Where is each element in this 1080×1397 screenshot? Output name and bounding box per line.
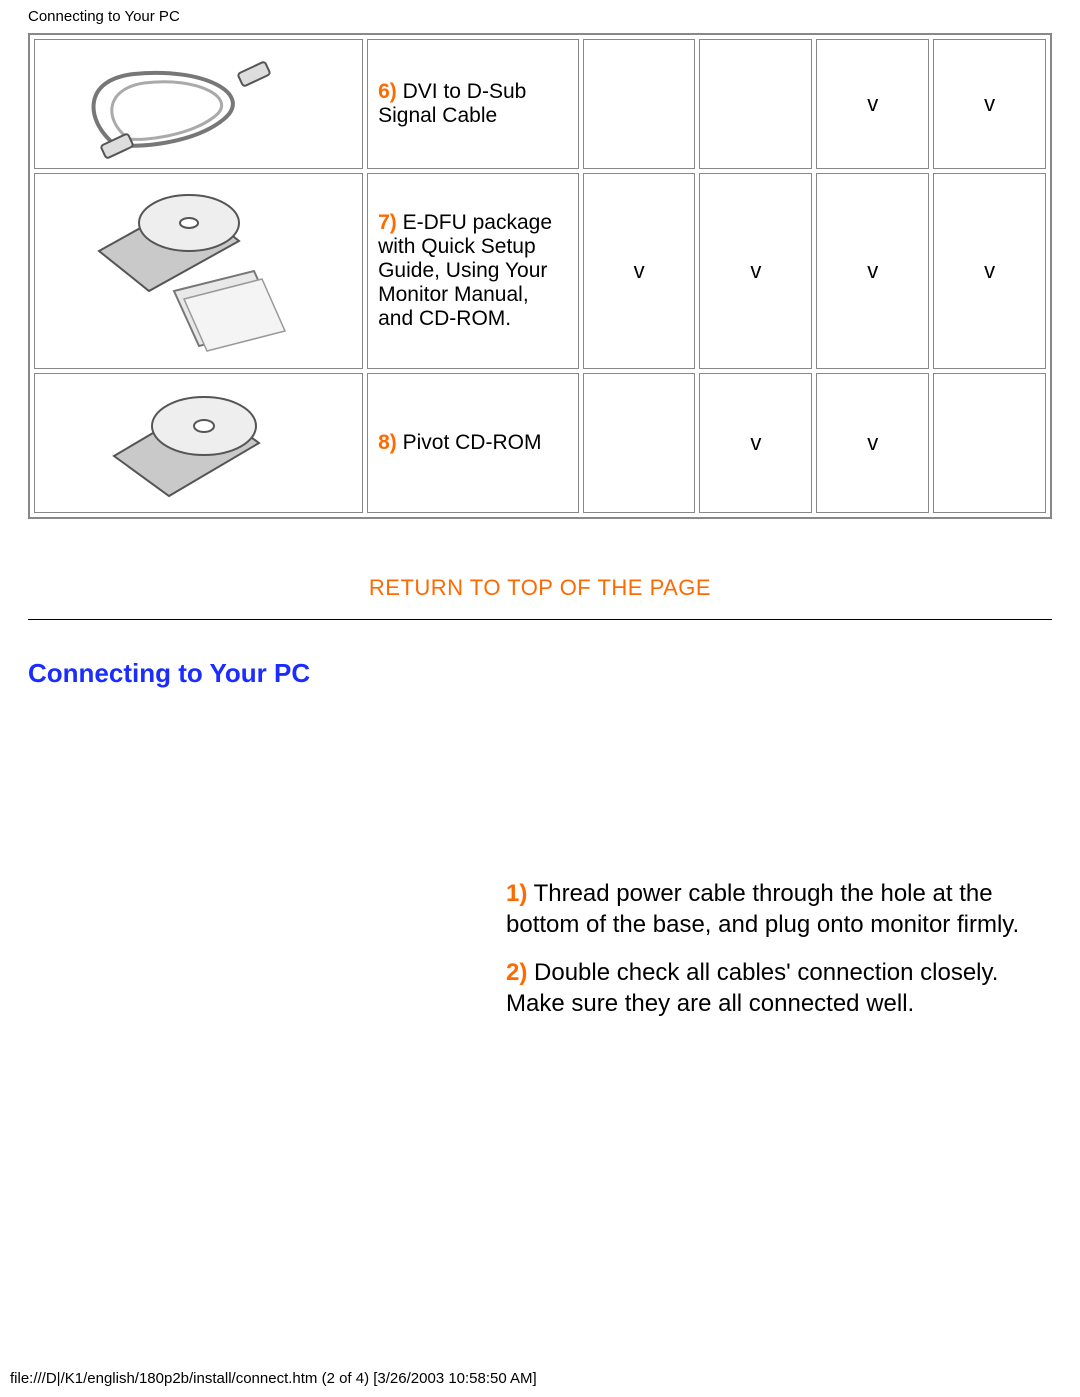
check-cell <box>583 39 696 169</box>
check-cell: v <box>816 173 929 369</box>
table-row: 6) DVI to D-Sub Signal Cable v v <box>34 39 1046 169</box>
description-cell: 7) E-DFU package with Quick Setup Guide,… <box>367 173 579 369</box>
cable-icon <box>74 49 324 159</box>
step-item: 1) Thread power cable through the hole a… <box>506 879 1040 940</box>
cd-icon <box>99 381 299 506</box>
step-number: 1) <box>506 880 527 907</box>
item-number: 7) <box>378 211 397 234</box>
cd-package-icon <box>79 181 319 361</box>
check-cell: v <box>816 39 929 169</box>
check-cell: v <box>699 373 812 513</box>
illustration-cell <box>34 39 363 169</box>
item-text: DVI to D-Sub Signal Cable <box>378 80 526 127</box>
step-text: Thread power cable through the hole at t… <box>506 880 1019 938</box>
illustration-cell <box>34 173 363 369</box>
accessories-table-wrap: 6) DVI to D-Sub Signal Cable v v 7) E-DF… <box>0 33 1080 519</box>
accessories-table: 6) DVI to D-Sub Signal Cable v v 7) E-DF… <box>28 33 1052 519</box>
top-link-row: RETURN TO TOP OF THE PAGE <box>0 575 1080 601</box>
page-title: Connecting to Your PC <box>0 0 1080 33</box>
item-text: E-DFU package with Quick Setup Guide, Us… <box>378 211 552 330</box>
steps-area: 1) Thread power cable through the hole a… <box>0 879 1080 1038</box>
item-text: Pivot CD-ROM <box>397 431 542 454</box>
table-row: 7) E-DFU package with Quick Setup Guide,… <box>34 173 1046 369</box>
item-number: 6) <box>378 80 397 103</box>
steps-image-placeholder <box>0 879 506 1038</box>
check-cell: v <box>583 173 696 369</box>
footer-path: file:///D|/K1/english/180p2b/install/con… <box>10 1370 537 1387</box>
return-to-top-link[interactable]: RETURN TO TOP OF THE PAGE <box>369 575 711 600</box>
check-cell: v <box>816 373 929 513</box>
step-text: Double check all cables' connection clos… <box>506 959 998 1017</box>
check-cell <box>583 373 696 513</box>
section-heading: Connecting to Your PC <box>0 620 1080 689</box>
step-number: 2) <box>506 959 527 986</box>
description-cell: 6) DVI to D-Sub Signal Cable <box>367 39 579 169</box>
illustration-cell <box>34 373 363 513</box>
check-cell: v <box>933 173 1046 369</box>
check-cell: v <box>933 39 1046 169</box>
step-item: 2) Double check all cables' connection c… <box>506 958 1040 1019</box>
check-cell <box>933 373 1046 513</box>
steps-text: 1) Thread power cable through the hole a… <box>506 879 1080 1038</box>
table-row: 8) Pivot CD-ROM v v <box>34 373 1046 513</box>
check-cell: v <box>699 173 812 369</box>
item-number: 8) <box>378 431 397 454</box>
check-cell <box>699 39 812 169</box>
description-cell: 8) Pivot CD-ROM <box>367 373 579 513</box>
